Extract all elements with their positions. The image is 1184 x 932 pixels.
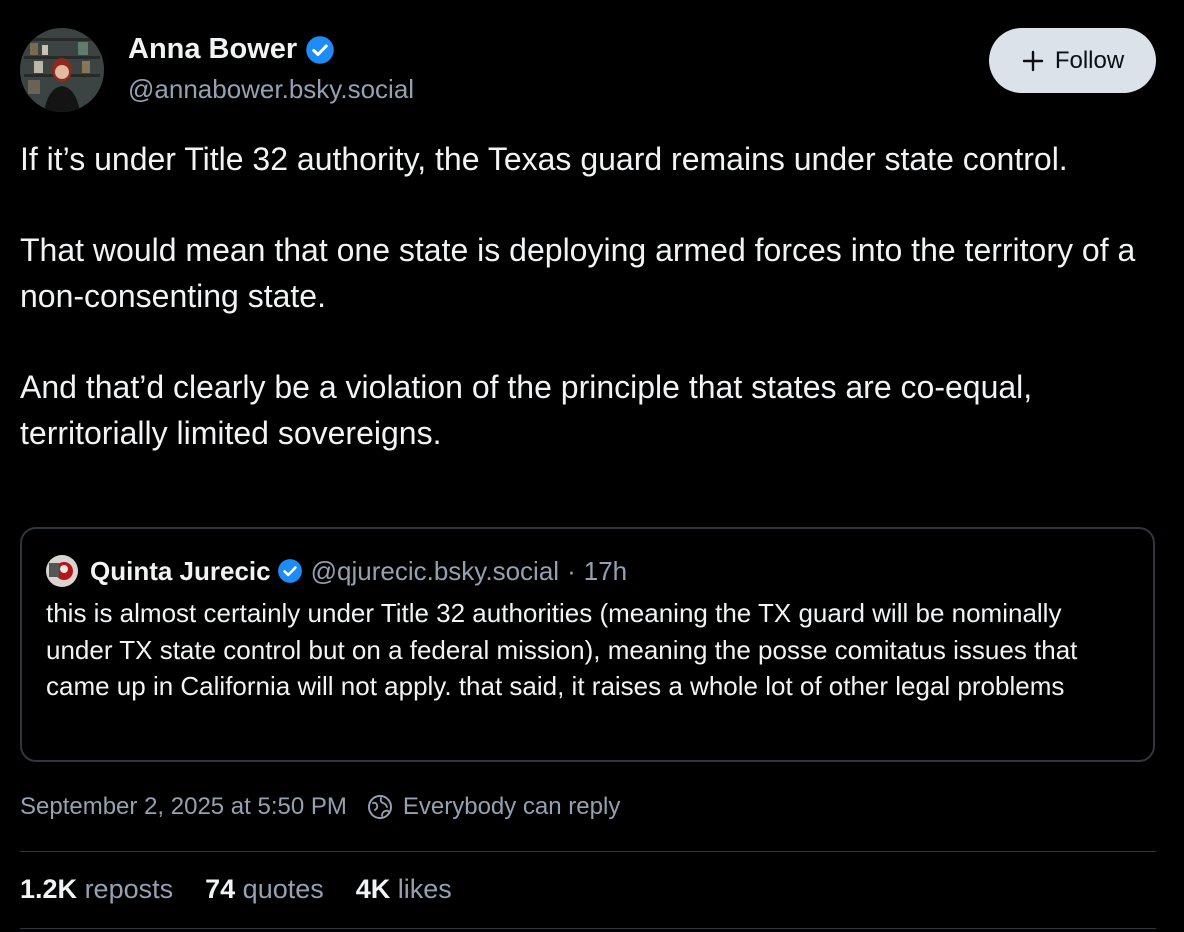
quoted-post-text: this is almost certainly under Title 32 … <box>46 598 1078 701</box>
verified-check-icon <box>305 35 335 65</box>
reposts-stat[interactable]: 1.2K reposts <box>20 874 173 905</box>
author-name[interactable]: Anna Bower <box>128 33 297 66</box>
likes-stat[interactable]: 4K likes <box>356 874 452 905</box>
post-meta: September 2, 2025 at 5:50 PM Everybody c… <box>20 793 620 821</box>
post-paragraph: If it’s under Title 32 authority, the Te… <box>20 141 1068 177</box>
globe-icon <box>367 794 393 820</box>
divider <box>20 928 1156 929</box>
quotes-label: quotes <box>242 874 324 904</box>
quoted-author-name[interactable]: Quinta Jurecic <box>90 556 271 587</box>
follow-button[interactable]: Follow <box>989 28 1156 93</box>
reply-setting[interactable]: Everybody can reply <box>403 793 620 821</box>
author-handle[interactable]: @annabower.bsky.social <box>128 74 414 105</box>
quoted-post-header: Quinta Jurecic @qjurecic.bsky.social · 1… <box>46 555 627 587</box>
post-text: If it’s under Title 32 authority, the Te… <box>20 137 1150 456</box>
quotes-count: 74 <box>205 874 236 904</box>
author-avatar[interactable] <box>20 28 104 112</box>
post-paragraph: That would mean that one state is deploy… <box>20 232 1136 314</box>
reposts-label: reposts <box>84 874 174 904</box>
quotes-stat[interactable]: 74 quotes <box>205 874 324 905</box>
separator-dot: · <box>567 555 576 586</box>
post-paragraph: And that’d clearly be a violation of the… <box>20 368 1033 451</box>
reposts-count: 1.2K <box>20 874 78 904</box>
likes-count: 4K <box>355 874 391 904</box>
quoted-author-handle[interactable]: @qjurecic.bsky.social <box>311 556 559 587</box>
quoted-author-avatar <box>46 555 78 587</box>
quoted-post-time[interactable]: 17h <box>584 556 627 587</box>
author-name-row[interactable]: Anna Bower <box>128 33 335 66</box>
quoted-post[interactable]: Quinta Jurecic @qjurecic.bsky.social · 1… <box>20 527 1155 762</box>
divider <box>20 851 1156 852</box>
post-card: Anna Bower @annabower.bsky.social Follow… <box>0 0 1184 932</box>
post-timestamp[interactable]: September 2, 2025 at 5:50 PM <box>20 793 347 821</box>
plus-icon <box>1021 49 1045 73</box>
likes-label: likes <box>397 874 452 904</box>
follow-label: Follow <box>1054 46 1125 74</box>
verified-check-icon <box>277 558 303 584</box>
engagement-stats: 1.2K reposts 74 quotes 4K likes <box>20 874 452 905</box>
